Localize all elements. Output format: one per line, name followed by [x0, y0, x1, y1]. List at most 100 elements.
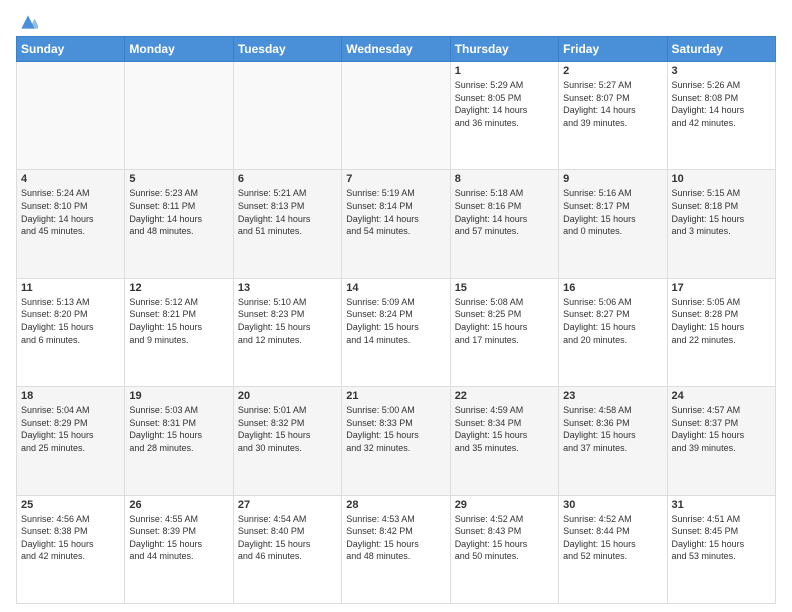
day-info: Sunrise: 5:29 AMSunset: 8:05 PMDaylight:…	[455, 79, 554, 129]
day-info: Sunrise: 5:00 AMSunset: 8:33 PMDaylight:…	[346, 404, 445, 454]
weekday-header-saturday: Saturday	[667, 37, 775, 62]
day-number: 20	[238, 390, 337, 402]
day-info: Sunrise: 5:24 AMSunset: 8:10 PMDaylight:…	[21, 187, 120, 237]
calendar-week-row-4: 25 Sunrise: 4:56 AMSunset: 8:38 PMDayligh…	[17, 495, 776, 603]
calendar-cell: 6 Sunrise: 5:21 AMSunset: 8:13 PMDaylight…	[233, 170, 341, 278]
weekday-header-tuesday: Tuesday	[233, 37, 341, 62]
day-number: 7	[346, 173, 445, 185]
calendar-week-row-1: 4Sunrise: 5:24 AMSunset: 8:10 PMDaylight…	[17, 170, 776, 278]
day-number: 30	[563, 499, 662, 511]
weekday-header-monday: Monday	[125, 37, 233, 62]
calendar-cell: 3 Sunrise: 5:26 AMSunset: 8:08 PMDaylight…	[667, 62, 775, 170]
calendar-cell: 17 Sunrise: 5:05 AMSunset: 8:28 PMDayligh…	[667, 278, 775, 386]
calendar-cell: 12 Sunrise: 5:12 AMSunset: 8:21 PMDayligh…	[125, 278, 233, 386]
calendar-cell: 26Sunrise: 4:55 AMSunset: 8:39 PMDayligh…	[125, 495, 233, 603]
header	[16, 12, 776, 28]
calendar-cell: 20 Sunrise: 5:01 AMSunset: 8:32 PMDayligh…	[233, 387, 341, 495]
calendar-cell: 1 Sunrise: 5:29 AMSunset: 8:05 PMDaylight…	[450, 62, 558, 170]
day-number: 25	[21, 499, 120, 511]
day-info: Sunrise: 4:51 AMSunset: 8:45 PMDaylight:…	[672, 513, 771, 563]
day-number: 10	[672, 173, 771, 185]
day-info: Sunrise: 4:53 AMSunset: 8:42 PMDaylight:…	[346, 513, 445, 563]
calendar-cell: 4Sunrise: 5:24 AMSunset: 8:10 PMDaylight…	[17, 170, 125, 278]
page: SundayMondayTuesdayWednesdayThursdayFrid…	[0, 0, 792, 612]
day-info: Sunrise: 5:08 AMSunset: 8:25 PMDaylight:…	[455, 296, 554, 346]
calendar-cell: 19Sunrise: 5:03 AMSunset: 8:31 PMDayligh…	[125, 387, 233, 495]
calendar-cell: 30 Sunrise: 4:52 AMSunset: 8:44 PMDayligh…	[559, 495, 667, 603]
day-info: Sunrise: 5:13 AMSunset: 8:20 PMDaylight:…	[21, 296, 120, 346]
calendar-cell: 5Sunrise: 5:23 AMSunset: 8:11 PMDaylight…	[125, 170, 233, 278]
calendar-cell: 9 Sunrise: 5:16 AMSunset: 8:17 PMDaylight…	[559, 170, 667, 278]
day-info: Sunrise: 5:05 AMSunset: 8:28 PMDaylight:…	[672, 296, 771, 346]
day-number: 17	[672, 282, 771, 294]
day-number: 28	[346, 499, 445, 511]
day-number: 29	[455, 499, 554, 511]
day-number: 26	[129, 499, 228, 511]
day-number: 19	[129, 390, 228, 402]
day-info: Sunrise: 4:58 AMSunset: 8:36 PMDaylight:…	[563, 404, 662, 454]
calendar-cell: 28 Sunrise: 4:53 AMSunset: 8:42 PMDayligh…	[342, 495, 450, 603]
calendar-cell	[342, 62, 450, 170]
calendar-cell: 11Sunrise: 5:13 AMSunset: 8:20 PMDayligh…	[17, 278, 125, 386]
day-number: 8	[455, 173, 554, 185]
day-info: Sunrise: 5:18 AMSunset: 8:16 PMDaylight:…	[455, 187, 554, 237]
day-info: Sunrise: 4:59 AMSunset: 8:34 PMDaylight:…	[455, 404, 554, 454]
calendar-table: SundayMondayTuesdayWednesdayThursdayFrid…	[16, 36, 776, 604]
day-number: 31	[672, 499, 771, 511]
calendar-week-row-0: 1 Sunrise: 5:29 AMSunset: 8:05 PMDaylight…	[17, 62, 776, 170]
day-number: 13	[238, 282, 337, 294]
day-number: 12	[129, 282, 228, 294]
day-number: 15	[455, 282, 554, 294]
weekday-header-sunday: Sunday	[17, 37, 125, 62]
weekday-header-friday: Friday	[559, 37, 667, 62]
day-info: Sunrise: 5:09 AMSunset: 8:24 PMDaylight:…	[346, 296, 445, 346]
day-number: 2	[563, 65, 662, 77]
day-number: 23	[563, 390, 662, 402]
day-info: Sunrise: 5:21 AMSunset: 8:13 PMDaylight:…	[238, 187, 337, 237]
day-info: Sunrise: 4:54 AMSunset: 8:40 PMDaylight:…	[238, 513, 337, 563]
day-info: Sunrise: 5:04 AMSunset: 8:29 PMDaylight:…	[21, 404, 120, 454]
day-number: 27	[238, 499, 337, 511]
calendar-cell	[17, 62, 125, 170]
day-info: Sunrise: 5:10 AMSunset: 8:23 PMDaylight:…	[238, 296, 337, 346]
calendar-cell: 13 Sunrise: 5:10 AMSunset: 8:23 PMDayligh…	[233, 278, 341, 386]
day-number: 9	[563, 173, 662, 185]
calendar-cell: 7 Sunrise: 5:19 AMSunset: 8:14 PMDaylight…	[342, 170, 450, 278]
day-info: Sunrise: 4:57 AMSunset: 8:37 PMDaylight:…	[672, 404, 771, 454]
calendar-cell: 2Sunrise: 5:27 AMSunset: 8:07 PMDaylight…	[559, 62, 667, 170]
calendar-cell: 24 Sunrise: 4:57 AMSunset: 8:37 PMDayligh…	[667, 387, 775, 495]
logo	[16, 12, 38, 28]
day-info: Sunrise: 5:06 AMSunset: 8:27 PMDaylight:…	[563, 296, 662, 346]
calendar-cell: 27 Sunrise: 4:54 AMSunset: 8:40 PMDayligh…	[233, 495, 341, 603]
calendar-cell: 22 Sunrise: 4:59 AMSunset: 8:34 PMDayligh…	[450, 387, 558, 495]
day-info: Sunrise: 5:15 AMSunset: 8:18 PMDaylight:…	[672, 187, 771, 237]
day-info: Sunrise: 5:01 AMSunset: 8:32 PMDaylight:…	[238, 404, 337, 454]
day-number: 21	[346, 390, 445, 402]
day-info: Sunrise: 5:12 AMSunset: 8:21 PMDaylight:…	[129, 296, 228, 346]
day-number: 22	[455, 390, 554, 402]
calendar-cell: 10 Sunrise: 5:15 AMSunset: 8:18 PMDayligh…	[667, 170, 775, 278]
day-number: 1	[455, 65, 554, 77]
day-number: 5	[129, 173, 228, 185]
weekday-header-wednesday: Wednesday	[342, 37, 450, 62]
day-info: Sunrise: 5:19 AMSunset: 8:14 PMDaylight:…	[346, 187, 445, 237]
calendar-week-row-2: 11Sunrise: 5:13 AMSunset: 8:20 PMDayligh…	[17, 278, 776, 386]
weekday-header-row: SundayMondayTuesdayWednesdayThursdayFrid…	[17, 37, 776, 62]
day-info: Sunrise: 4:52 AMSunset: 8:44 PMDaylight:…	[563, 513, 662, 563]
calendar-cell: 21 Sunrise: 5:00 AMSunset: 8:33 PMDayligh…	[342, 387, 450, 495]
day-info: Sunrise: 4:56 AMSunset: 8:38 PMDaylight:…	[21, 513, 120, 563]
day-info: Sunrise: 4:52 AMSunset: 8:43 PMDaylight:…	[455, 513, 554, 563]
day-info: Sunrise: 5:16 AMSunset: 8:17 PMDaylight:…	[563, 187, 662, 237]
calendar-cell: 18Sunrise: 5:04 AMSunset: 8:29 PMDayligh…	[17, 387, 125, 495]
calendar-cell: 16 Sunrise: 5:06 AMSunset: 8:27 PMDayligh…	[559, 278, 667, 386]
calendar-cell: 14Sunrise: 5:09 AMSunset: 8:24 PMDayligh…	[342, 278, 450, 386]
day-number: 6	[238, 173, 337, 185]
day-number: 3	[672, 65, 771, 77]
day-number: 16	[563, 282, 662, 294]
calendar-cell	[233, 62, 341, 170]
day-info: Sunrise: 5:26 AMSunset: 8:08 PMDaylight:…	[672, 79, 771, 129]
calendar-cell: 8 Sunrise: 5:18 AMSunset: 8:16 PMDaylight…	[450, 170, 558, 278]
calendar-cell: 29 Sunrise: 4:52 AMSunset: 8:43 PMDayligh…	[450, 495, 558, 603]
calendar-cell: 15 Sunrise: 5:08 AMSunset: 8:25 PMDayligh…	[450, 278, 558, 386]
day-number: 24	[672, 390, 771, 402]
